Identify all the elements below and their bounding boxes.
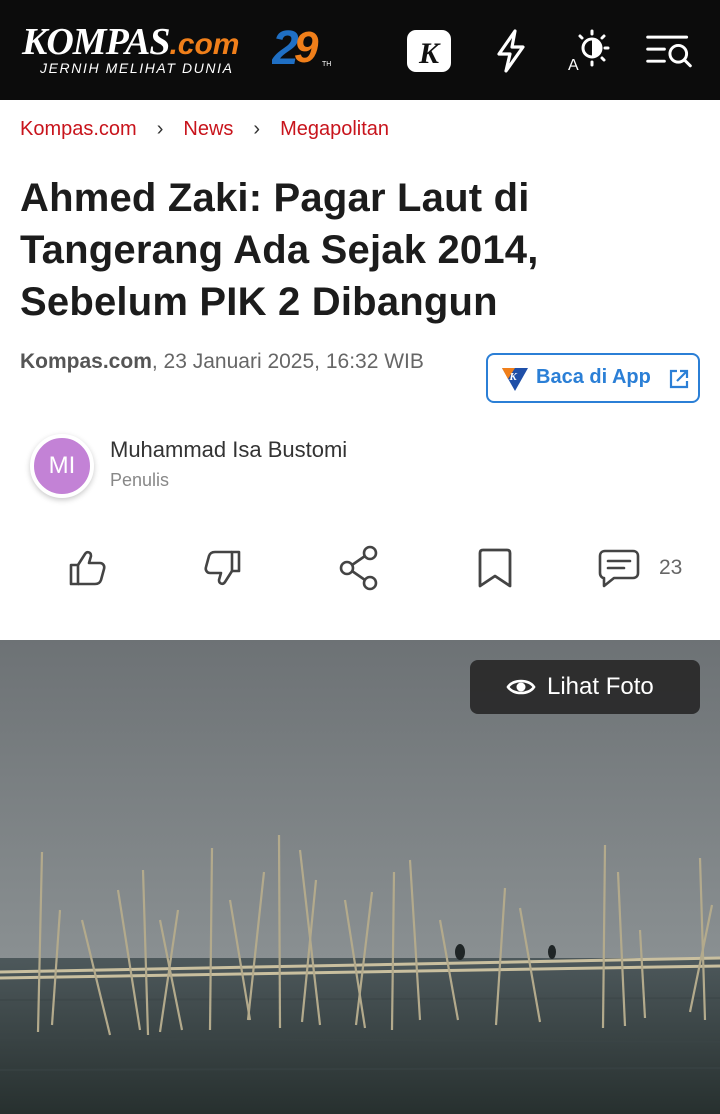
article-datetime: , 23 Januari 2025, 16:32 WIB bbox=[151, 350, 424, 373]
logo-tagline: JERNIH MELIHAT DUNIA bbox=[40, 60, 234, 76]
comment-count: 23 bbox=[659, 556, 683, 579]
k-app-icon[interactable]: K bbox=[404, 26, 454, 76]
view-photo-label: Lihat Foto bbox=[547, 673, 654, 700]
contrast-icon[interactable]: A bbox=[564, 26, 614, 76]
author-avatar[interactable]: MI bbox=[30, 434, 94, 498]
view-photo-button[interactable]: Lihat Foto bbox=[470, 660, 700, 714]
like-button[interactable] bbox=[61, 542, 113, 594]
share-icon bbox=[339, 545, 378, 591]
kompas-logo[interactable]: KOMPAS.com JERNIH MELIHAT DUNIA 2 9 TH bbox=[22, 22, 342, 82]
article-source: Kompas.com bbox=[20, 350, 152, 373]
svg-text:9: 9 bbox=[294, 23, 319, 72]
thumbs-down-icon bbox=[204, 550, 241, 586]
breadcrumb-home[interactable]: Kompas.com bbox=[20, 118, 137, 141]
svg-text:A: A bbox=[568, 57, 579, 74]
breadcrumb-separator: › bbox=[156, 117, 164, 140]
thumbs-up-icon bbox=[69, 550, 106, 586]
author-role: Penulis bbox=[110, 470, 170, 490]
bookmark-button[interactable] bbox=[469, 542, 521, 594]
top-header: KOMPAS.com JERNIH MELIHAT DUNIA 2 9 TH K bbox=[0, 0, 720, 100]
external-link-icon bbox=[669, 369, 689, 389]
read-in-app-button[interactable]: K Baca di App bbox=[486, 353, 700, 403]
breadcrumb-news[interactable]: News bbox=[183, 118, 233, 141]
kompas-app-icon: K bbox=[502, 368, 528, 391]
lightning-icon[interactable] bbox=[486, 26, 536, 76]
bookmark-icon bbox=[478, 548, 512, 588]
eye-icon bbox=[506, 679, 536, 695]
svg-text:K: K bbox=[508, 371, 517, 383]
breadcrumb: Kompas.com › News › Megapolitan bbox=[20, 115, 389, 143]
author-name[interactable]: Muhammad Isa Bustomi bbox=[110, 437, 347, 463]
dislike-button[interactable] bbox=[197, 542, 249, 594]
article-meta: Kompas.com, 23 Januari 2025, 16:32 WIB bbox=[20, 345, 450, 378]
comment-button[interactable] bbox=[593, 542, 645, 594]
logo-wordmark: KOMPAS.com bbox=[22, 21, 240, 63]
article-photo[interactable]: Lihat Foto bbox=[0, 640, 720, 1114]
breadcrumb-megapolitan[interactable]: Megapolitan bbox=[280, 118, 389, 141]
share-button[interactable] bbox=[333, 542, 385, 594]
read-in-app-label: Baca di App bbox=[536, 366, 651, 388]
breadcrumb-separator: › bbox=[253, 117, 261, 140]
svg-text:TH: TH bbox=[322, 61, 331, 68]
comment-icon bbox=[598, 549, 640, 588]
svg-text:K: K bbox=[418, 37, 441, 70]
article-title: Ahmed Zaki: Pagar Laut di Tangerang Ada … bbox=[20, 176, 539, 324]
menu-search-icon[interactable] bbox=[644, 26, 694, 76]
anniversary-29-logo: 2 9 TH bbox=[272, 22, 331, 74]
